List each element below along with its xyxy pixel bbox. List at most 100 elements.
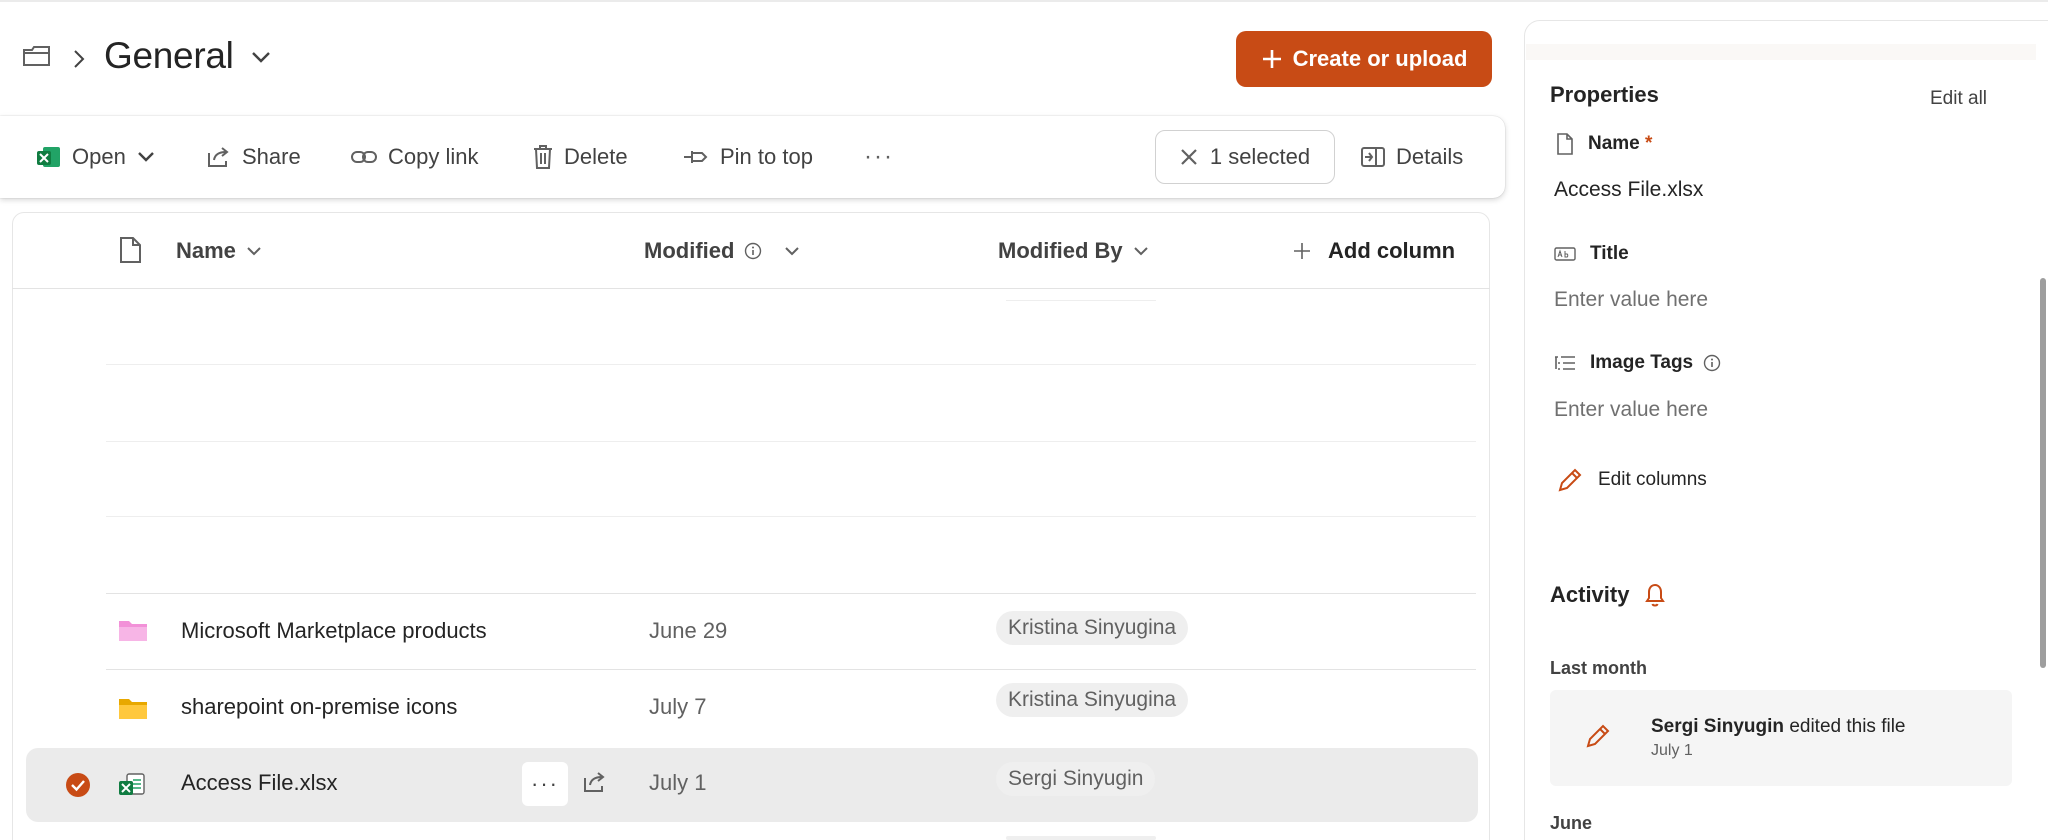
trash-icon	[532, 144, 554, 170]
next-row-pill-edge	[1006, 836, 1156, 840]
add-column-label: Add column	[1328, 238, 1456, 263]
header-divider	[12, 288, 1490, 289]
table-row[interactable]: sharepoint on-premise icons July 7 Krist…	[106, 670, 1476, 744]
share-label: Share	[242, 144, 301, 169]
row-modified-by[interactable]: Sergi Sinyugin	[996, 762, 1156, 796]
info-icon[interactable]	[744, 242, 762, 260]
details-pane-icon	[1360, 146, 1386, 168]
share-button[interactable]: Share	[206, 116, 301, 198]
row-modified: July 7	[649, 694, 707, 719]
page-title[interactable]: General	[104, 34, 234, 78]
image-tags-input[interactable]: Enter value here	[1554, 398, 1708, 422]
row-modified: July 1	[649, 770, 707, 795]
window-top-border	[0, 0, 2048, 2]
june-heading: June	[1550, 813, 1593, 833]
pin-icon	[682, 146, 710, 168]
activity-item[interactable]	[1550, 690, 2012, 786]
row-modified-by[interactable]: Kristina Sinyugina	[996, 611, 1189, 645]
document-icon	[1556, 133, 1574, 155]
folder-icon	[118, 618, 148, 642]
name-field-label: Name *	[1556, 133, 1652, 155]
selected-count-label: 1 selected	[1209, 144, 1311, 169]
clear-selection-button[interactable]: 1 selected	[1155, 130, 1335, 184]
row-name[interactable]: Microsoft Marketplace products	[181, 616, 487, 646]
breadcrumb-chevron-icon	[72, 48, 86, 70]
title-label-text: Title	[1590, 243, 1629, 264]
bell-icon[interactable]	[1643, 582, 1667, 608]
table-row[interactable]: Microsoft Marketplace products June 29 K…	[106, 594, 1476, 668]
delete-button[interactable]: Delete	[532, 116, 628, 198]
folder-icon	[118, 696, 148, 720]
text-field-icon	[1554, 246, 1576, 262]
title-field-label: Title	[1554, 243, 1629, 265]
link-icon	[350, 147, 378, 167]
placeholder-row-divider	[106, 441, 1476, 442]
properties-heading: Properties	[1550, 82, 1659, 107]
selected-checkmark-icon[interactable]	[65, 772, 91, 798]
name-label-text: Name	[1588, 133, 1640, 154]
row-name[interactable]: sharepoint on-premise icons	[181, 692, 457, 722]
file-type-header-icon[interactable]	[118, 236, 142, 264]
activity-heading: Activity	[1550, 582, 1667, 608]
plus-icon	[1292, 241, 1312, 261]
image-tags-field-label: Image Tags	[1554, 352, 1721, 374]
title-input[interactable]: Enter value here	[1554, 288, 1708, 312]
edit-columns-button[interactable]: Edit columns	[1556, 466, 1707, 494]
close-icon	[1180, 148, 1198, 166]
column-header-name[interactable]: Name	[176, 236, 262, 266]
command-bar: Open Share Copy link Delete Pin to top ·…	[0, 116, 1505, 198]
placeholder-line	[1006, 300, 1156, 301]
open-label: Open	[72, 144, 126, 169]
details-label: Details	[1396, 144, 1464, 169]
library-icon[interactable]	[22, 44, 52, 68]
copy-link-label: Copy link	[388, 144, 479, 169]
edit-columns-label: Edit columns	[1598, 469, 1707, 490]
last-month-heading: Last month	[1550, 658, 1647, 678]
activity-user[interactable]: Sergi Sinyugin	[1651, 716, 1784, 737]
pencil-icon	[1584, 722, 1612, 750]
activity-description: Sergi Sinyugin edited this file	[1651, 716, 1906, 738]
chevron-down-icon	[246, 246, 262, 256]
excel-file-icon	[118, 772, 146, 798]
name-field-value[interactable]: Access File.xlsx	[1554, 178, 1703, 202]
details-pane-scrollbar[interactable]	[2040, 278, 2046, 668]
activity-title: Activity	[1550, 582, 1630, 607]
column-name-label: Name	[176, 238, 236, 263]
edit-all-link[interactable]: Edit all	[1930, 88, 1987, 110]
more-actions-button[interactable]: ···	[864, 116, 894, 198]
row-more-actions-button[interactable]: ···	[522, 762, 568, 806]
document-list	[12, 212, 1490, 840]
title-chevron-down-icon[interactable]	[250, 50, 272, 64]
add-column-button[interactable]: Add column	[1292, 236, 1455, 266]
placeholder-row-divider	[106, 516, 1476, 517]
pin-to-top-label: Pin to top	[720, 144, 813, 169]
create-or-upload-label: Create or upload	[1292, 46, 1468, 71]
details-button[interactable]: Details	[1360, 116, 1463, 198]
placeholder-row-divider	[106, 364, 1476, 365]
pin-to-top-button[interactable]: Pin to top	[682, 116, 813, 198]
column-modified-by-label: Modified By	[998, 238, 1123, 263]
column-header-modified-by[interactable]: Modified By	[998, 236, 1149, 266]
delete-label: Delete	[564, 144, 628, 169]
image-tags-label-text: Image Tags	[1590, 352, 1694, 373]
open-chevron-down-icon[interactable]	[136, 151, 156, 163]
required-mark: *	[1645, 133, 1653, 154]
share-icon	[206, 145, 232, 169]
details-pane-header-strip	[1526, 44, 2036, 60]
row-modified-by[interactable]: Kristina Sinyugina	[996, 683, 1189, 717]
excel-icon	[36, 144, 62, 170]
copy-link-button[interactable]: Copy link	[350, 116, 478, 198]
row-name[interactable]: Access File.xlsx	[181, 768, 337, 798]
activity-action: edited this file	[1789, 716, 1906, 737]
info-icon[interactable]	[1703, 354, 1721, 372]
tags-list-icon	[1554, 354, 1576, 372]
activity-date: July 1	[1651, 742, 1693, 759]
chevron-down-icon	[784, 246, 800, 256]
row-share-icon[interactable]	[582, 770, 608, 794]
column-modified-label: Modified	[644, 238, 735, 263]
open-button[interactable]: Open	[36, 116, 156, 198]
chevron-down-icon	[1133, 246, 1149, 256]
column-header-modified[interactable]: Modified	[644, 236, 800, 266]
create-or-upload-button[interactable]: Create or upload	[1236, 31, 1492, 87]
pencil-icon	[1556, 466, 1584, 494]
